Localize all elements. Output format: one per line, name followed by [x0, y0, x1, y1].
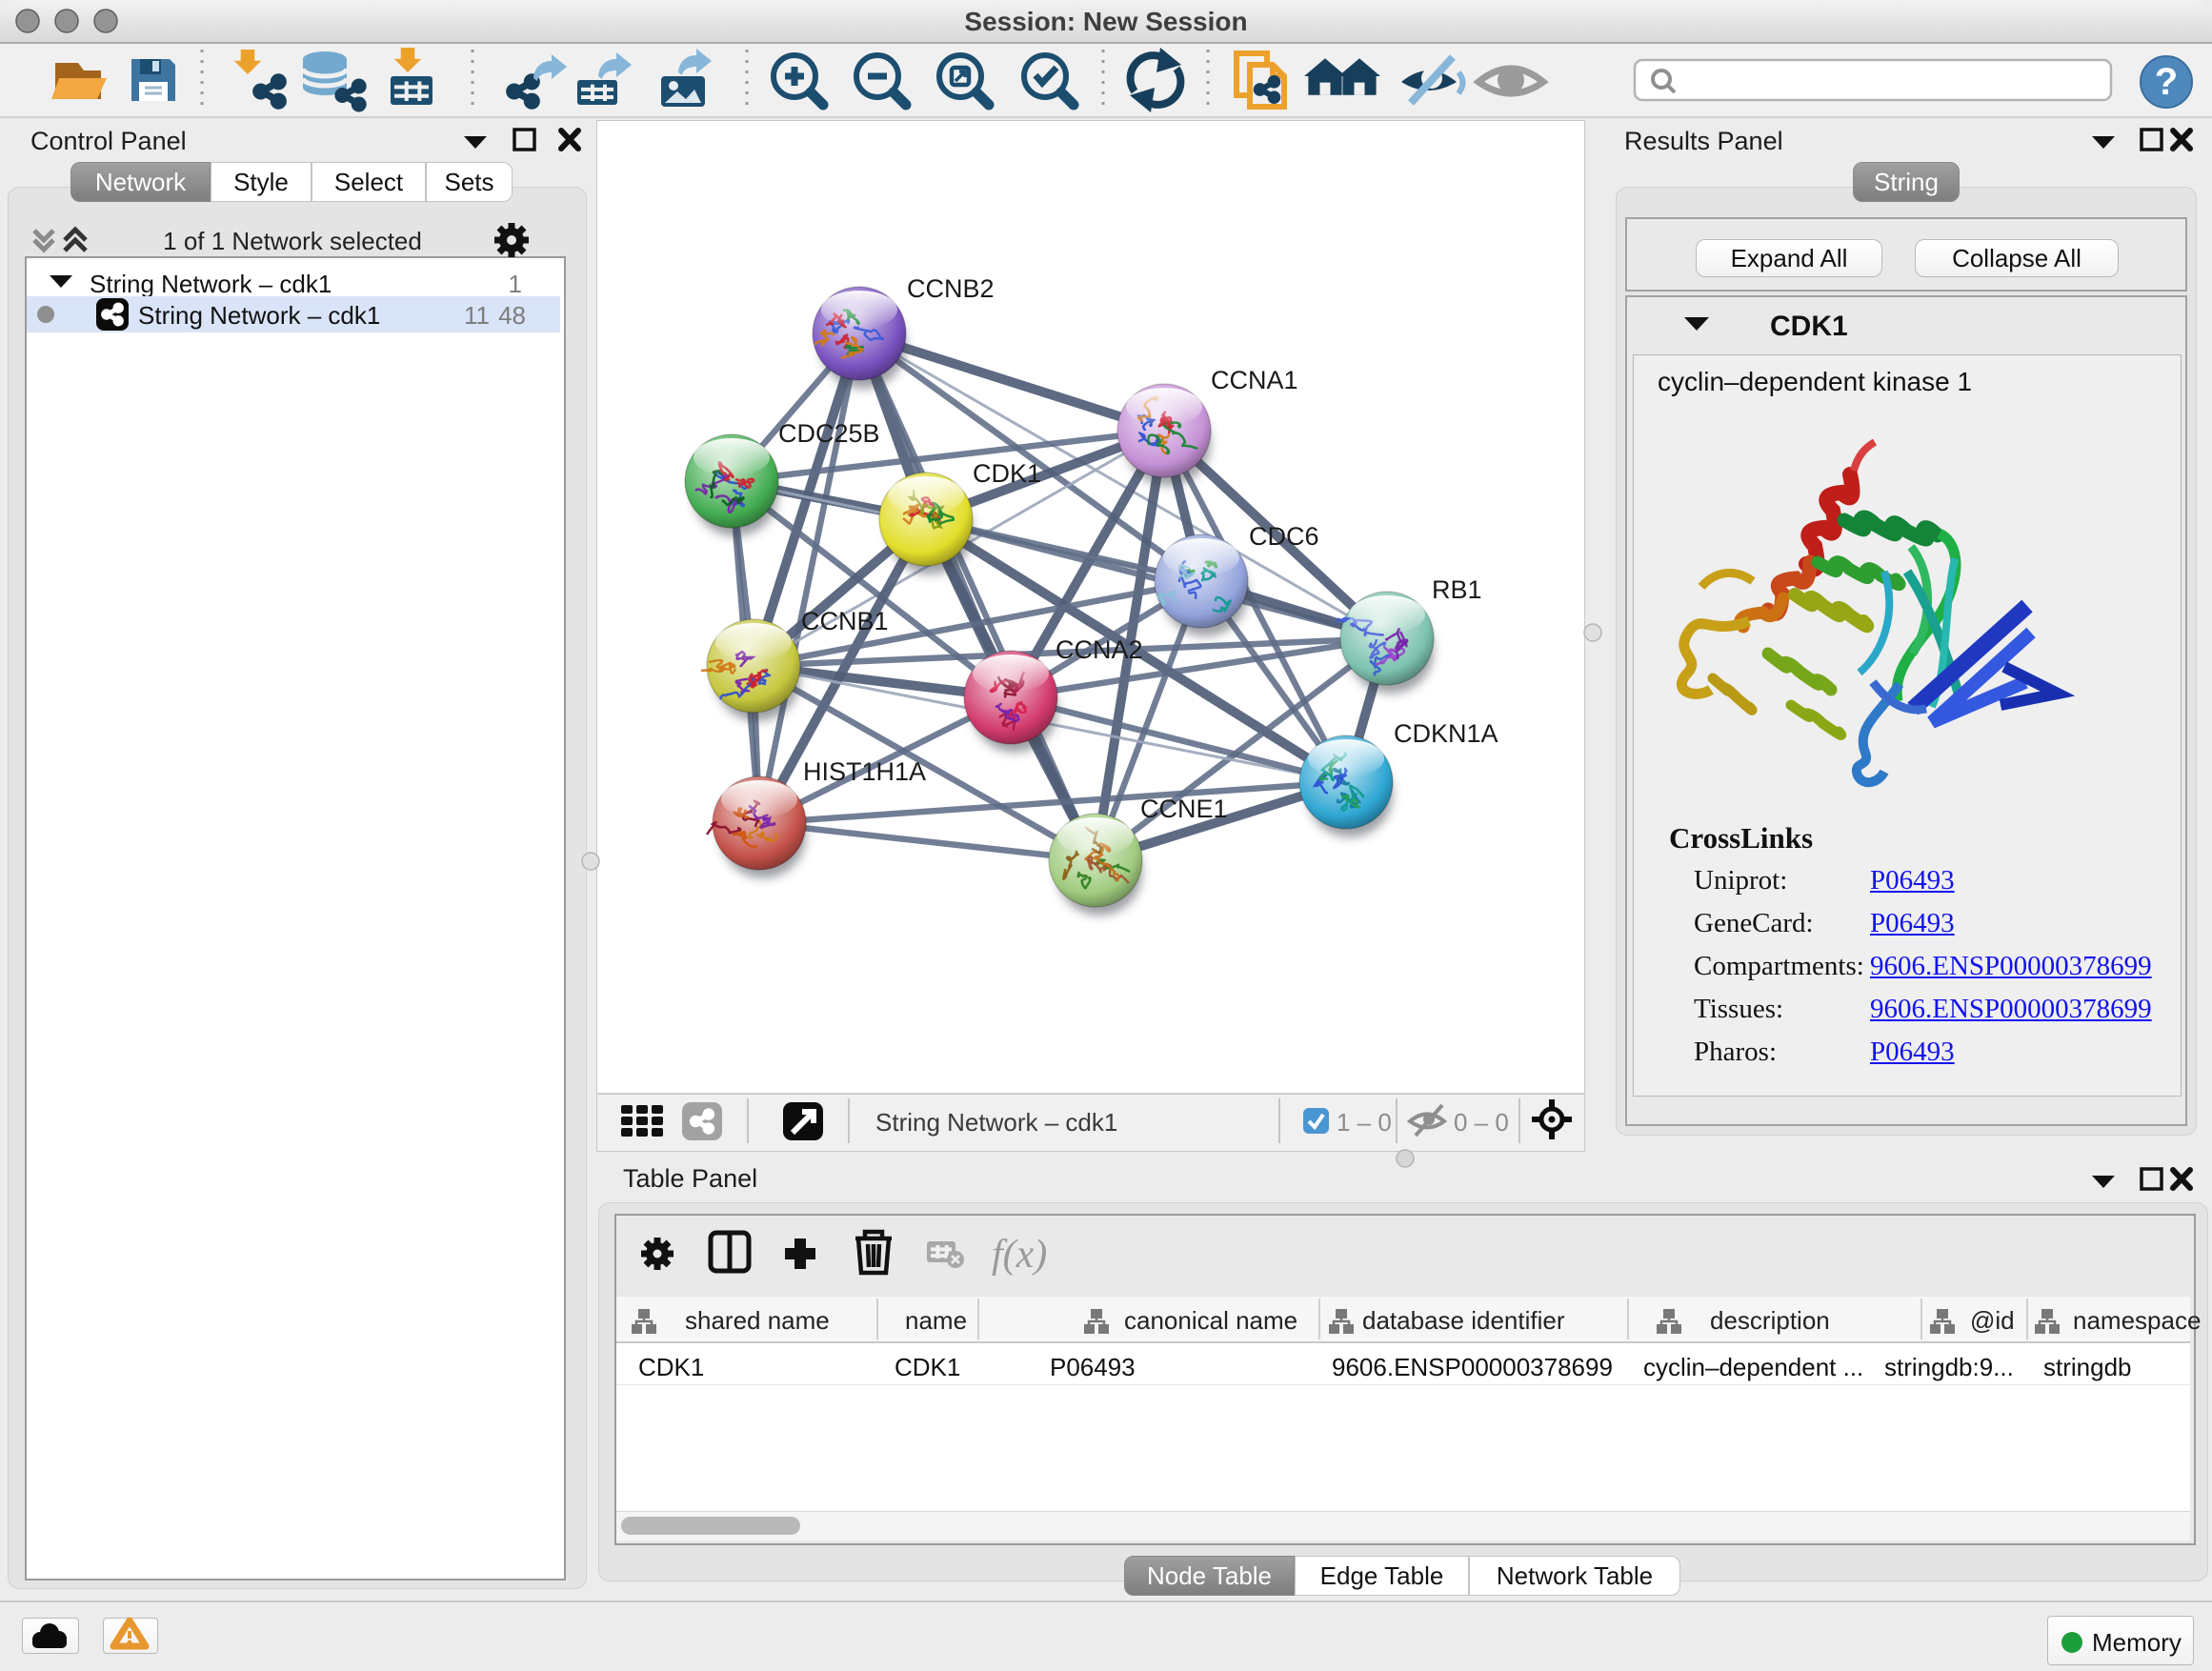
svg-text:CDC25B: CDC25B [778, 419, 880, 448]
svg-text:f(x): f(x) [992, 1233, 1047, 1277]
svg-text:CCNA1: CCNA1 [1211, 366, 1298, 394]
svg-text:HIST1H1A: HIST1H1A [803, 757, 926, 786]
svg-text:CDK1: CDK1 [973, 459, 1041, 488]
svg-text:CCNB1: CCNB1 [801, 607, 889, 635]
svg-text:?: ? [2155, 61, 2178, 103]
svg-text:CCNE1: CCNE1 [1140, 795, 1228, 823]
svg-text:CDC6: CDC6 [1249, 522, 1319, 551]
svg-text:CDKN1A: CDKN1A [1394, 719, 1498, 748]
svg-text:RB1: RB1 [1432, 575, 1482, 604]
svg-text:CCNA2: CCNA2 [1056, 635, 1143, 664]
svg-text:CCNB2: CCNB2 [907, 274, 995, 303]
